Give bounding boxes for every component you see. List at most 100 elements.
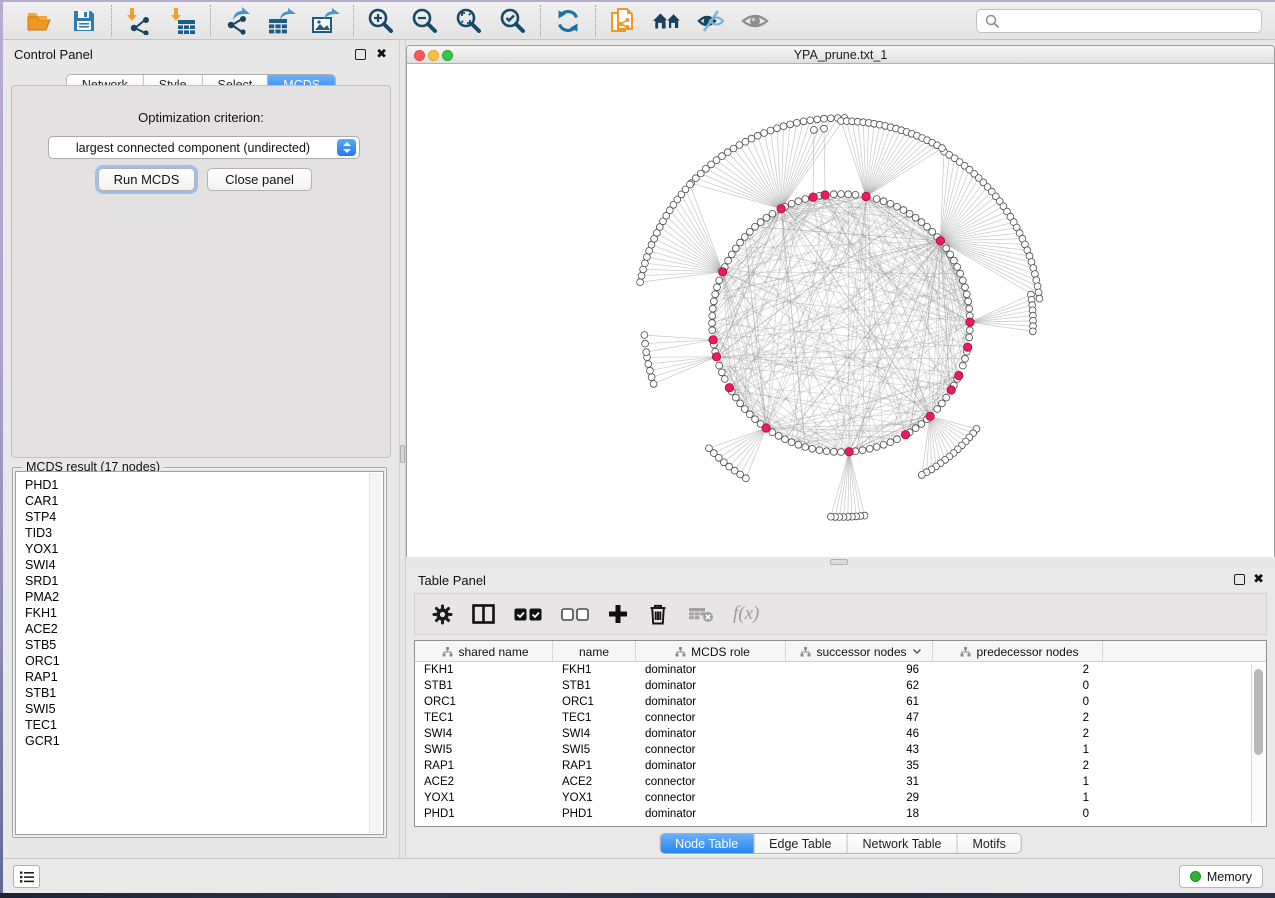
table-scrollbar[interactable] xyxy=(1251,664,1264,823)
zoom-in-icon[interactable] xyxy=(366,6,396,36)
cell-shared_name[interactable]: PHD1 xyxy=(415,806,553,822)
mcds-hub-node[interactable] xyxy=(845,448,853,456)
cell-mcds_role[interactable]: dominator xyxy=(636,726,786,742)
table-row[interactable]: ACE2ACE2connector311 xyxy=(415,774,1250,790)
cell-mcds_role[interactable]: dominator xyxy=(636,662,786,678)
hide-selected-icon[interactable] xyxy=(696,6,726,36)
column-header-name[interactable]: name xyxy=(553,641,636,662)
cell-shared_name[interactable]: TEC1 xyxy=(415,710,553,726)
mcds-hub-node[interactable] xyxy=(947,386,955,394)
cell-successor_nodes[interactable]: 96 xyxy=(786,662,933,678)
column-header-predecessor-nodes[interactable]: predecessor nodes xyxy=(933,641,1103,662)
cell-predecessor_nodes[interactable]: 1 xyxy=(933,774,1103,790)
first-neighbors-icon[interactable] xyxy=(652,6,682,36)
task-history-button[interactable] xyxy=(13,865,40,888)
tab-node-table[interactable]: Node Table xyxy=(660,834,754,853)
table-row[interactable]: FKH1FKH1dominator962 xyxy=(415,662,1250,678)
cell-successor_nodes[interactable]: 46 xyxy=(786,726,933,742)
column-header-shared-name[interactable]: shared name xyxy=(415,641,553,662)
import-network-icon[interactable] xyxy=(124,6,154,36)
close-panel-button[interactable]: Close panel xyxy=(207,168,312,191)
cell-predecessor_nodes[interactable]: 0 xyxy=(933,694,1103,710)
cell-shared_name[interactable]: ACE2 xyxy=(415,774,553,790)
cell-name[interactable]: SWI5 xyxy=(553,742,636,758)
table-row[interactable]: ORC1ORC1dominator610 xyxy=(415,694,1250,710)
column-header-successor-nodes[interactable]: successor nodes xyxy=(786,641,933,662)
cell-name[interactable]: SWI4 xyxy=(553,726,636,742)
mcds-hub-node[interactable] xyxy=(762,424,770,432)
mcds-result-item[interactable]: SWI5 xyxy=(25,701,383,717)
mcds-hub-node[interactable] xyxy=(862,192,870,200)
cell-name[interactable]: FKH1 xyxy=(553,662,636,678)
export-image-icon[interactable] xyxy=(311,6,341,36)
mcds-hub-node[interactable] xyxy=(777,205,785,213)
table-row[interactable]: SWI5SWI5connector431 xyxy=(415,742,1250,758)
cell-predecessor_nodes[interactable]: 1 xyxy=(933,742,1103,758)
vertical-split-divider[interactable] xyxy=(399,40,406,858)
cell-mcds_role[interactable]: connector xyxy=(636,774,786,790)
tab-edge-table[interactable]: Edge Table xyxy=(754,834,847,853)
save-icon[interactable] xyxy=(69,6,99,36)
table-settings-gear-icon[interactable] xyxy=(432,604,453,625)
cell-predecessor_nodes[interactable]: 2 xyxy=(933,758,1103,774)
tab-network-table[interactable]: Network Table xyxy=(848,834,958,853)
cell-name[interactable]: ORC1 xyxy=(553,694,636,710)
run-mcds-button[interactable]: Run MCDS xyxy=(98,168,195,191)
table-scrollbar-thumb[interactable] xyxy=(1254,669,1263,755)
cell-shared_name[interactable]: SWI5 xyxy=(415,742,553,758)
cell-mcds_role[interactable]: connector xyxy=(636,790,786,806)
cell-name[interactable]: PHD1 xyxy=(553,806,636,822)
table-row[interactable]: SWI4SWI4dominator462 xyxy=(415,726,1250,742)
mcds-hub-node[interactable] xyxy=(926,412,934,420)
close-table-panel-icon[interactable]: ✖ xyxy=(1253,571,1264,587)
cell-name[interactable]: YOX1 xyxy=(553,790,636,806)
cell-mcds_role[interactable]: dominator xyxy=(636,806,786,822)
zoom-out-icon[interactable] xyxy=(410,6,440,36)
function-builder-icon[interactable]: f(x) xyxy=(733,603,759,625)
mcds-list-scrollbar[interactable] xyxy=(369,473,382,833)
mcds-hub-node[interactable] xyxy=(955,371,963,379)
mcds-result-item[interactable]: SWI4 xyxy=(25,557,383,573)
mcds-result-item[interactable]: GCR1 xyxy=(25,733,383,749)
mcds-hub-node[interactable] xyxy=(725,384,733,392)
export-table-icon[interactable] xyxy=(267,6,297,36)
cell-shared_name[interactable]: FKH1 xyxy=(415,662,553,678)
cell-predecessor_nodes[interactable]: 1 xyxy=(933,790,1103,806)
cell-mcds_role[interactable]: dominator xyxy=(636,678,786,694)
network-window-titlebar[interactable]: YPA_prune.txt_1 xyxy=(407,46,1274,64)
mcds-hub-node[interactable] xyxy=(809,193,817,201)
optimization-criterion-select[interactable]: largest connected component (undirected) xyxy=(48,136,360,159)
mcds-result-item[interactable]: YOX1 xyxy=(25,541,383,557)
mcds-hub-node[interactable] xyxy=(901,431,909,439)
mcds-result-item[interactable]: RAP1 xyxy=(25,669,383,685)
mcds-hub-node[interactable] xyxy=(964,343,972,351)
cell-successor_nodes[interactable]: 43 xyxy=(786,742,933,758)
open-folder-icon[interactable] xyxy=(25,6,55,36)
mcds-hub-node[interactable] xyxy=(966,318,974,326)
mcds-result-item[interactable]: TID3 xyxy=(25,525,383,541)
vertical-split-handle[interactable] xyxy=(400,445,405,463)
table-row[interactable]: PHD1PHD1dominator180 xyxy=(415,806,1250,822)
cell-shared_name[interactable]: STB1 xyxy=(415,678,553,694)
table-row[interactable]: STB1STB1dominator620 xyxy=(415,678,1250,694)
cell-name[interactable]: TEC1 xyxy=(553,710,636,726)
cell-successor_nodes[interactable]: 18 xyxy=(786,806,933,822)
select-all-icon[interactable] xyxy=(514,608,542,621)
mcds-hub-node[interactable] xyxy=(712,353,720,361)
delete-column-trash-icon[interactable] xyxy=(647,603,669,625)
cell-successor_nodes[interactable]: 47 xyxy=(786,710,933,726)
cell-predecessor_nodes[interactable]: 2 xyxy=(933,662,1103,678)
network-canvas[interactable] xyxy=(407,64,1274,557)
mcds-hub-node[interactable] xyxy=(821,191,829,199)
show-all-icon[interactable] xyxy=(740,6,770,36)
zoom-selected-icon[interactable] xyxy=(498,6,528,36)
mcds-result-list[interactable]: PHD1CAR1STP4TID3YOX1SWI4SRD1PMA2FKH1ACE2… xyxy=(15,471,384,835)
mcds-hub-node[interactable] xyxy=(718,268,726,276)
cell-name[interactable]: ACE2 xyxy=(553,774,636,790)
search-input[interactable] xyxy=(1000,11,1261,31)
cell-name[interactable]: STB1 xyxy=(553,678,636,694)
export-network-icon[interactable] xyxy=(223,6,253,36)
refresh-icon[interactable] xyxy=(553,6,583,36)
mcds-hub-node[interactable] xyxy=(936,237,944,245)
cell-predecessor_nodes[interactable]: 0 xyxy=(933,678,1103,694)
